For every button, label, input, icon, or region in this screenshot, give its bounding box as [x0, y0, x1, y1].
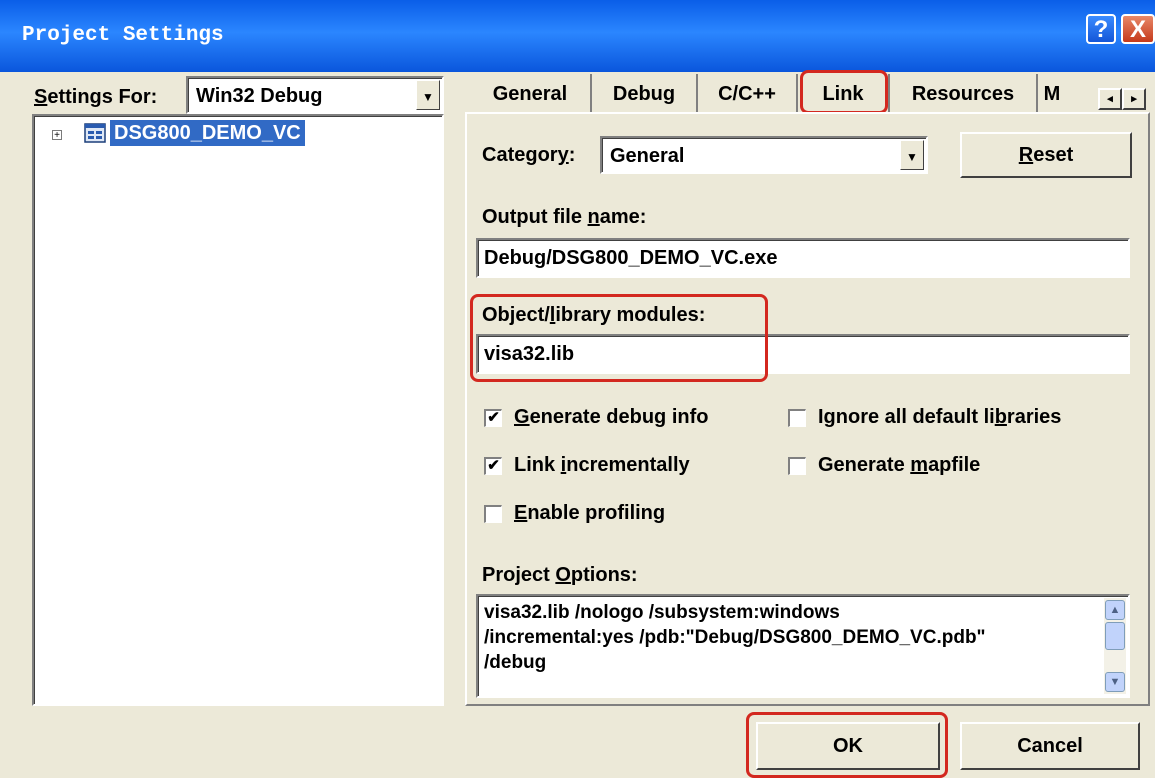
tab-scroll-left-icon[interactable]: ◂ [1098, 88, 1122, 110]
chevron-down-icon[interactable]: ▼ [900, 140, 924, 170]
tree-item-project[interactable]: DSG800_DEMO_VC [110, 120, 305, 146]
object-modules-input[interactable]: visa32.lib [476, 334, 1130, 374]
tab-general[interactable]: General [470, 74, 592, 114]
scroll-up-icon[interactable]: ▲ [1105, 600, 1125, 620]
project-options-label: Project Options: [482, 564, 638, 586]
title-bar: Project Settings ? X [0, 0, 1155, 72]
tab-debug[interactable]: Debug [592, 74, 698, 114]
project-options-textarea[interactable]: visa32.lib /nologo /subsystem:windows /i… [476, 594, 1130, 698]
category-value: General [610, 145, 685, 167]
category-label: Category: [482, 144, 576, 166]
category-combo[interactable]: General ▼ [600, 136, 928, 174]
settings-for-label: Settings For: [34, 86, 158, 108]
scroll-down-icon[interactable]: ▼ [1105, 672, 1125, 692]
help-button[interactable]: ? [1086, 14, 1116, 44]
project-options-scrollbar[interactable]: ▲ ▼ [1104, 598, 1126, 694]
tab-scroll-right-icon[interactable]: ▸ [1122, 88, 1146, 110]
tab-more[interactable]: M [1038, 74, 1066, 114]
enable-profiling-checkbox[interactable] [484, 505, 502, 523]
generate-mapfile-label: Generate mapfile [818, 454, 981, 476]
output-file-label: Output file name: [482, 206, 647, 228]
ok-button[interactable]: OK [756, 722, 940, 770]
tab-link[interactable]: Link [798, 74, 890, 114]
project-tree[interactable]: + DSG800_DEMO_VC [32, 114, 444, 706]
settings-for-value: Win32 Debug [196, 85, 323, 107]
project-options-text: visa32.lib /nologo /subsystem:windows /i… [484, 602, 986, 673]
output-file-input[interactable]: Debug/DSG800_DEMO_VC.exe [476, 238, 1130, 278]
ignore-libraries-label: Ignore all default libraries [818, 406, 1062, 428]
project-icon [84, 123, 106, 143]
dialog-body: Settings For: Win32 Debug ▼ + DSG800_DEM… [0, 70, 1155, 778]
tab-c-cpp[interactable]: C/C++ [698, 74, 798, 114]
chevron-down-icon[interactable]: ▼ [416, 80, 440, 110]
object-modules-label: Object/library modules: [482, 304, 706, 326]
window-title: Project Settings [22, 24, 224, 47]
generate-mapfile-checkbox[interactable] [788, 457, 806, 475]
tree-expand-icon[interactable]: + [52, 130, 62, 141]
close-button[interactable]: X [1121, 14, 1155, 44]
generate-debug-checkbox[interactable]: ✔ [484, 409, 502, 427]
scroll-thumb[interactable] [1105, 622, 1125, 650]
tab-resources[interactable]: Resources [890, 74, 1038, 114]
link-incrementally-label: Link incrementally [514, 454, 690, 476]
link-incrementally-checkbox[interactable]: ✔ [484, 457, 502, 475]
ignore-libraries-checkbox[interactable] [788, 409, 806, 427]
enable-profiling-label: Enable profiling [514, 502, 666, 524]
cancel-button[interactable]: Cancel [960, 722, 1140, 770]
generate-debug-label: Generate debug info [514, 406, 709, 428]
reset-button[interactable]: Reset [960, 132, 1132, 178]
settings-for-combo[interactable]: Win32 Debug ▼ [186, 76, 444, 114]
